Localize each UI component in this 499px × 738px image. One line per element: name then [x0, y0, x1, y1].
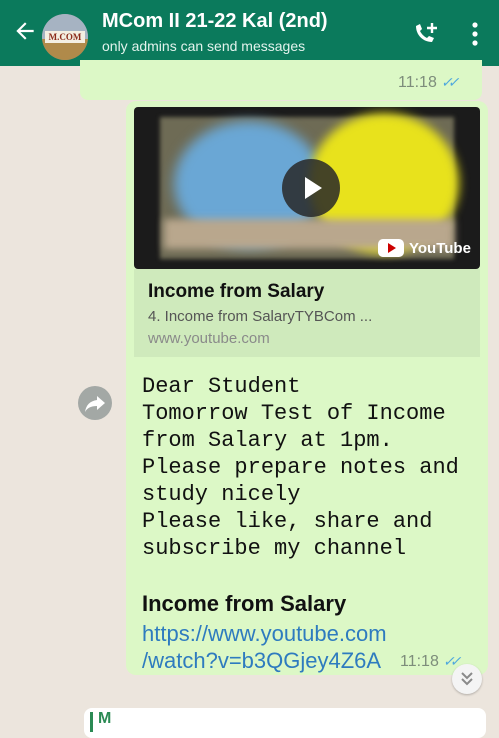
- message-bubble[interactable]: YouTube Income from Salary 4. Income fro…: [126, 101, 488, 675]
- back-arrow-icon[interactable]: [12, 18, 38, 44]
- next-message-preview: M: [98, 710, 112, 727]
- message-timestamp: 11:18 ✓✓: [398, 74, 460, 91]
- scroll-to-bottom-button[interactable]: [452, 664, 482, 694]
- link-preview-description: 4. Income from SalaryTYBCom ...: [148, 308, 373, 325]
- chevron-double-down-icon: [461, 672, 473, 686]
- chat-header: M.COM MCom II 21-22 Kal (2nd) only admin…: [0, 0, 499, 66]
- youtube-logo-icon: [378, 239, 404, 257]
- youtube-badge: YouTube: [378, 237, 471, 259]
- video-thumbnail[interactable]: YouTube: [134, 107, 480, 269]
- message-text: Dear Student Tomorrow Test of Income fro…: [142, 374, 459, 561]
- previous-message-bubble[interactable]: 11:18 ✓✓: [80, 60, 482, 100]
- read-ticks-icon: ✓✓: [440, 74, 460, 90]
- forward-icon[interactable]: [78, 386, 112, 420]
- link-preview-title: Income from Salary: [148, 281, 325, 302]
- next-message-bubble[interactable]: M: [84, 708, 486, 738]
- play-icon[interactable]: [282, 159, 340, 217]
- link-preview-domain: www.youtube.com: [148, 330, 270, 347]
- chat-title[interactable]: MCom II 21-22 Kal (2nd): [102, 10, 328, 33]
- add-call-icon[interactable]: [410, 20, 440, 48]
- message-link[interactable]: https://www.youtube.com: [142, 621, 387, 647]
- message-timestamp: 11:18 ✓✓: [400, 653, 462, 670]
- avatar-logo-text: M.COM: [45, 31, 85, 43]
- chat-subtitle: only admins can send messages: [102, 38, 306, 54]
- message-link-continued[interactable]: /watch?v=b3QGjey4Z6A: [142, 648, 381, 674]
- more-vertical-icon[interactable]: [470, 20, 480, 48]
- link-preview[interactable]: Income from Salary 4. Income from Salary…: [134, 269, 480, 357]
- link-title: Income from Salary: [142, 591, 347, 616]
- group-avatar[interactable]: M.COM: [42, 14, 88, 60]
